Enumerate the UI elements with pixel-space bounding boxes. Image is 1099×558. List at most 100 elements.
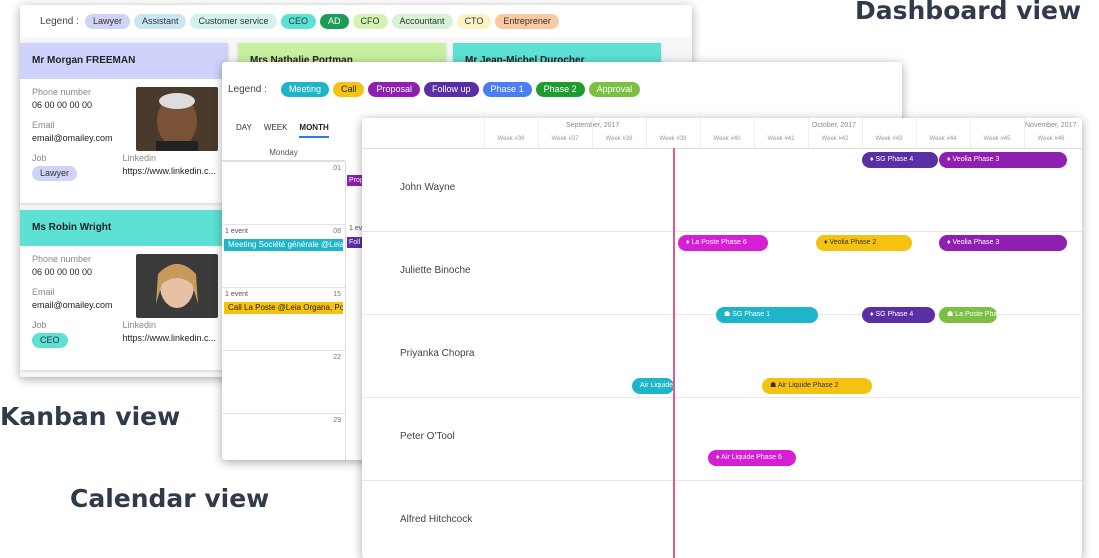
legend-pill[interactable]: Phase 2 [535, 82, 585, 97]
linkedin-link[interactable]: https://www.linkedin.c... [122, 166, 216, 176]
week-divider [808, 118, 809, 148]
kanban-card-wright[interactable]: Ms Robin Wright Phone number 06 00 00 00… [20, 210, 228, 370]
week-label: Week #41 [767, 136, 795, 142]
legend-pill[interactable]: Approval [588, 82, 641, 97]
person-name: Peter O'Tool [400, 431, 455, 442]
row-divider [362, 231, 1082, 232]
calendar-legend-items: Meeting Call Proposal Follow up Phase 1 Phase… [280, 82, 644, 97]
side-event-fragment[interactable]: Prop [347, 175, 363, 186]
card-name: Ms Robin Wright [20, 210, 228, 246]
calendar-event[interactable]: Meeting Société générale @Leia [224, 239, 343, 251]
week-divider [1024, 118, 1025, 148]
week-divider [862, 118, 863, 148]
kanban-legend: Legend : Lawyer Assistant Customer service… [20, 5, 692, 37]
dashboard-panel: September, 2017 October, 2017 November, 20… [362, 118, 1082, 558]
week-divider [592, 118, 593, 148]
job-badge: CEO [32, 333, 68, 348]
row-divider [362, 397, 1082, 398]
linkedin-label: Linkedin [122, 320, 156, 330]
week-label: Week #45 [983, 136, 1011, 142]
event-count: 1 event [225, 228, 248, 235]
job-label: Job [32, 320, 47, 330]
legend-pill[interactable]: AD [320, 13, 349, 29]
legend-pill[interactable]: Lawyer [84, 13, 130, 29]
legend-pill[interactable]: Call [332, 82, 365, 97]
legend-pill[interactable]: CTO [456, 13, 492, 29]
legend-pill[interactable]: CEO [280, 13, 317, 29]
gantt-bar[interactable]: ☗ SG Phase 1 [716, 307, 818, 323]
week-label: Week #40 [713, 136, 741, 142]
calendar-day-cell[interactable]: 01 [222, 161, 345, 224]
week-divider [916, 118, 917, 148]
week-divider [754, 118, 755, 148]
month-label: October, 2017 [812, 122, 856, 129]
tab-month[interactable]: MONTH [299, 123, 329, 138]
dashboard-view-label: Dashboard view [855, 0, 1082, 25]
calendar-day-cell[interactable]: 15 1 event Call La Poste @Leia Organa, Poe [222, 287, 345, 350]
gantt-bar[interactable]: ♦ La Poste Phase 6 [678, 235, 768, 251]
gantt-bar[interactable]: ☗ Air Liquide Phase 2 [762, 378, 872, 394]
day-number: 29 [333, 417, 341, 424]
calendar-view-label: Calendar view [70, 484, 270, 513]
week-divider [538, 118, 539, 148]
legend-pill[interactable]: Entreprener [495, 13, 559, 29]
side-event-fragment[interactable]: Foll [347, 237, 363, 248]
day-number: 15 [333, 291, 341, 298]
person-name: John Wayne [400, 182, 456, 193]
gantt-bar[interactable]: ♦ Veolia Phase 3 [939, 235, 1067, 251]
gantt-bar[interactable]: ☗ La Poste Pha [939, 307, 997, 323]
gantt-bar[interactable]: ♦ SG Phase 4 [862, 152, 938, 168]
calendar-day-cell[interactable]: 08 1 event Meeting Société générale @Leia [222, 224, 345, 287]
gantt-bar[interactable]: ♦ Air Liquide Phase 6 [708, 450, 796, 466]
calendar-grid: 01 08 1 event Meeting Société générale @Lei… [222, 161, 346, 460]
legend-pill[interactable]: CFO [352, 13, 388, 29]
legend-pill[interactable]: Accountant [391, 13, 453, 29]
month-label: November, 2017 [1025, 122, 1077, 129]
calendar-legend: Legend : Meeting Call Proposal Follow up Pha… [228, 82, 644, 97]
week-label: Week #43 [875, 136, 903, 142]
kanban-view-label: Kanban view [0, 402, 181, 431]
day-number: 22 [333, 354, 341, 361]
calendar-legend-title: Legend : [228, 84, 267, 95]
week-divider [700, 118, 701, 148]
legend-pill[interactable]: Follow up [424, 82, 479, 97]
avatar-photo [136, 87, 218, 151]
row-divider [362, 480, 1082, 481]
column-header: Monday [222, 148, 345, 161]
calendar-day-cell[interactable]: 29 [222, 413, 345, 460]
legend-pill[interactable]: Customer service [190, 13, 277, 29]
legend-pill[interactable]: Phase 1 [482, 82, 532, 97]
legend-pill[interactable]: Assistant [133, 13, 187, 29]
week-label: Week #42 [821, 136, 849, 142]
legend-pill[interactable]: Meeting [280, 82, 329, 97]
tab-week[interactable]: WEEK [264, 123, 288, 138]
calendar-day-cell[interactable]: 22 [222, 350, 345, 413]
gantt-bar[interactable]: ♦ Veolia Phase 2 [816, 235, 912, 251]
header-row: September, 2017 October, 2017 November, 20… [362, 118, 1082, 149]
week-divider [484, 118, 485, 148]
calendar-view-tabs: DAY WEEK MONTH [236, 123, 329, 138]
day-number: 01 [333, 165, 341, 172]
person-name: Juliette Binoche [400, 265, 471, 276]
week-label: Week #46 [1037, 136, 1065, 142]
calendar-event[interactable]: Call La Poste @Leia Organa, Poe [224, 302, 343, 314]
gantt-bar[interactable]: Air Liquide [632, 378, 674, 394]
today-marker [673, 148, 675, 558]
person-name: Priyanka Chopra [400, 348, 475, 359]
event-count: 1 event [225, 291, 248, 298]
week-divider [970, 118, 971, 148]
avatar-photo [136, 254, 218, 318]
tab-day[interactable]: DAY [236, 123, 252, 138]
week-label: Week #38 [605, 136, 633, 142]
week-label: Week #37 [551, 136, 579, 142]
gantt-bar[interactable]: ♦ Veolia Phase 3 [939, 152, 1067, 168]
gantt-bar[interactable]: ♦ SG Phase 4 [862, 307, 935, 323]
side-event-fragment[interactable]: 1 eve [347, 223, 363, 234]
kanban-card-freeman[interactable]: Mr Morgan FREEMAN Phone number 06 00 00 … [20, 43, 228, 203]
kanban-legend-items: Lawyer Assistant Customer service CEO AD CFO A… [84, 13, 563, 29]
linkedin-link[interactable]: https://www.linkedin.c... [122, 333, 216, 343]
day-number: 08 [333, 228, 341, 235]
legend-pill[interactable]: Proposal [368, 82, 421, 97]
week-label: Week #44 [929, 136, 957, 142]
job-label: Job [32, 153, 47, 163]
